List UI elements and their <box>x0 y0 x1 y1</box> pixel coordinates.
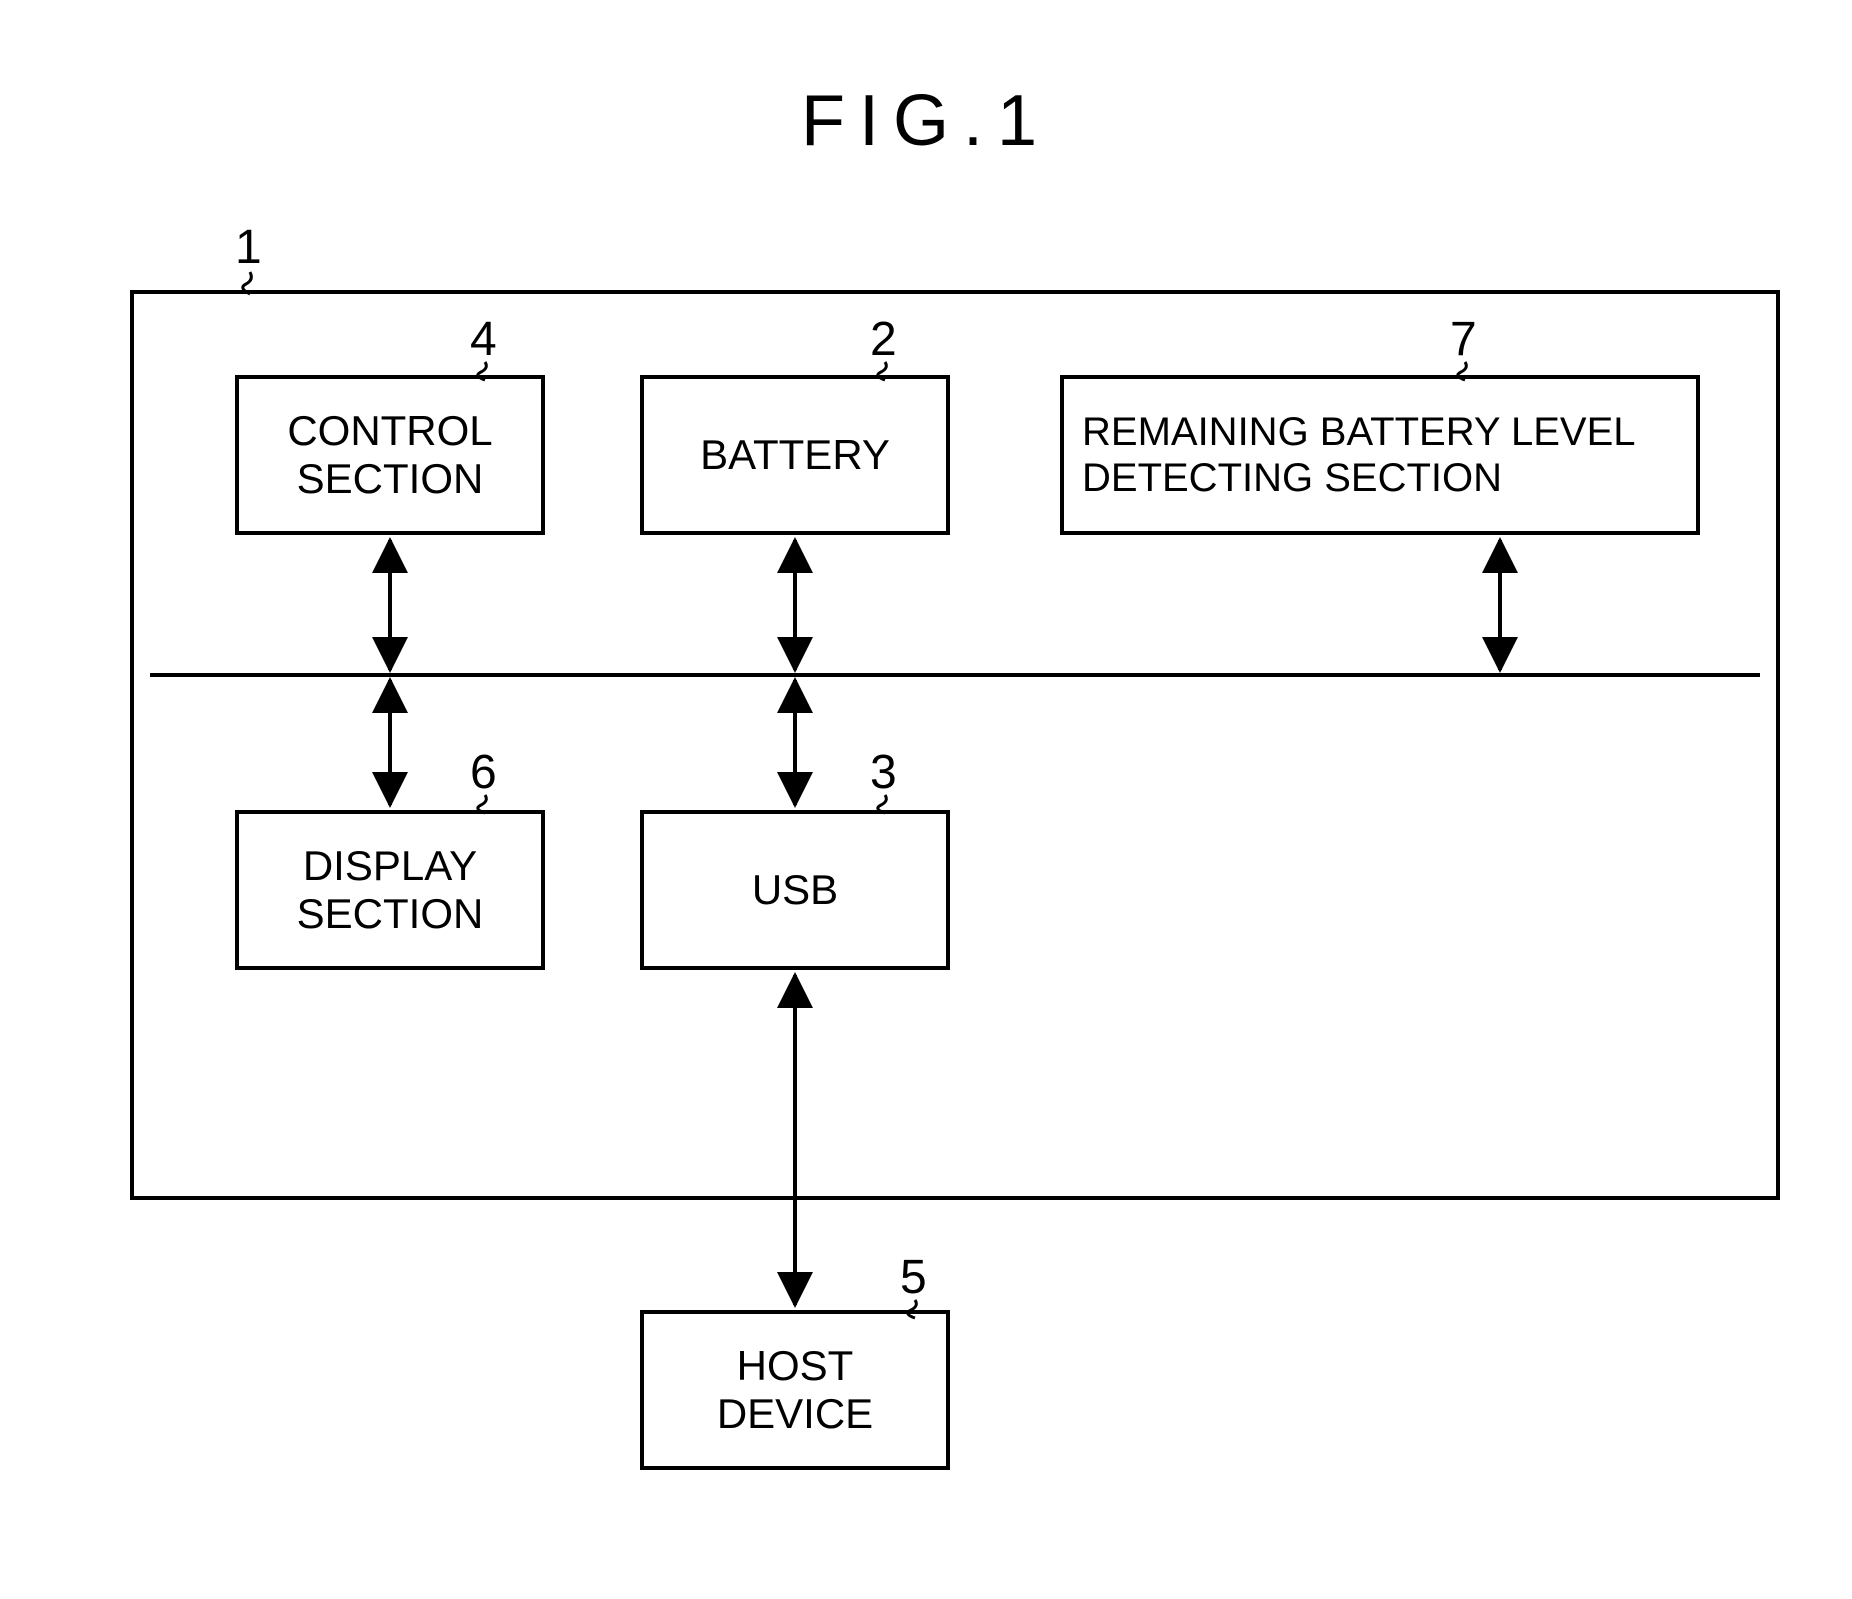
block-label: USB <box>752 866 838 914</box>
block-battery: BATTERY <box>640 375 950 535</box>
block-host-device: HOST DEVICE <box>640 1310 950 1470</box>
figure-title: FIG.1 <box>0 80 1852 162</box>
ref-display-section: 6 <box>470 745 497 800</box>
ref-outer: 1 <box>235 220 262 275</box>
block-label: BATTERY <box>700 431 890 479</box>
block-usb: USB <box>640 810 950 970</box>
ref-battery: 2 <box>870 312 897 367</box>
ref-host-device: 5 <box>900 1250 927 1305</box>
block-label: CONTROL SECTION <box>257 407 523 504</box>
block-label: DISPLAY SECTION <box>257 842 523 939</box>
block-control-section: CONTROL SECTION <box>235 375 545 535</box>
block-remaining-battery: REMAINING BATTERY LEVEL DETECTING SECTIO… <box>1060 375 1700 535</box>
ref-usb: 3 <box>870 745 897 800</box>
block-display-section: DISPLAY SECTION <box>235 810 545 970</box>
ref-control-section: 4 <box>470 312 497 367</box>
block-label: HOST DEVICE <box>662 1342 928 1439</box>
diagram-canvas: FIG.1 1 CONTROL SECTION 4 BATTERY 2 REMA… <box>0 0 1852 1599</box>
block-label: REMAINING BATTERY LEVEL DETECTING SECTIO… <box>1082 409 1678 501</box>
ref-remaining-battery: 7 <box>1450 312 1477 367</box>
